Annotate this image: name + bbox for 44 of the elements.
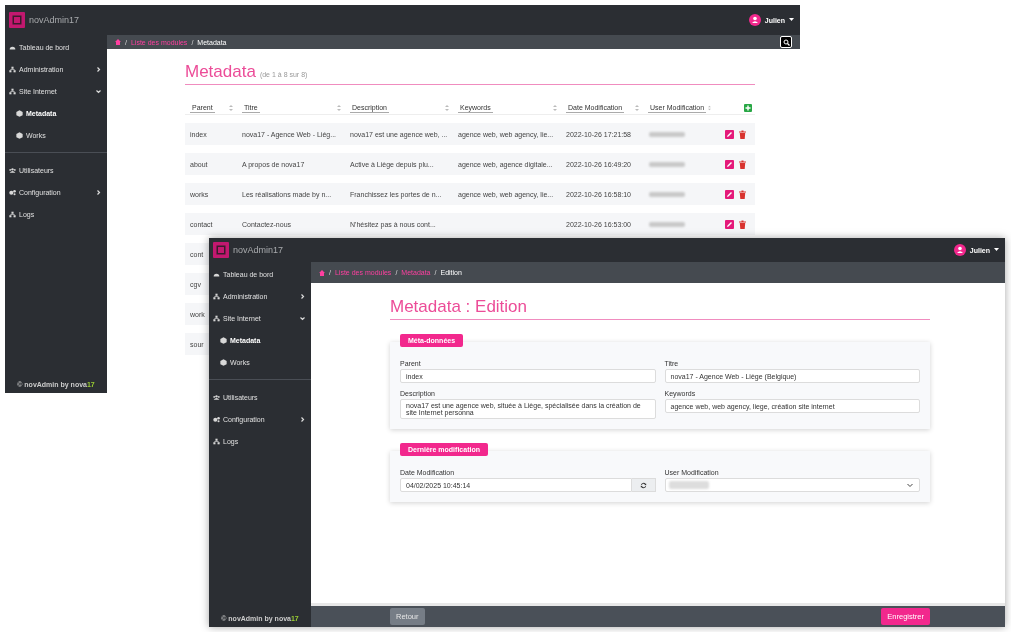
avatar-icon [953, 244, 966, 256]
sitemap-icon [9, 87, 16, 95]
search-button[interactable] [780, 36, 792, 48]
sitemap-icon [9, 65, 16, 73]
trash-icon[interactable] [738, 189, 747, 199]
cube-icon [220, 336, 227, 344]
app-name: novAdmin17 [233, 245, 284, 255]
trash-icon[interactable] [738, 129, 747, 139]
blurred-name [649, 161, 685, 167]
sitemap-icon [213, 314, 220, 322]
users-icon [9, 166, 16, 174]
cube-icon [220, 358, 227, 366]
page-title: Metadata [185, 62, 256, 82]
trash-icon[interactable] [738, 159, 747, 169]
sitemap-icon [213, 292, 220, 300]
trash-icon[interactable] [738, 219, 747, 229]
avatar-icon [748, 14, 761, 26]
edit-icon[interactable] [725, 189, 734, 199]
gears-icon [213, 415, 220, 423]
refresh-icon [639, 481, 647, 489]
blurred-name [649, 131, 685, 137]
app-name: novAdmin17 [29, 15, 80, 25]
home-icon[interactable] [319, 269, 325, 276]
blurred-name [649, 221, 685, 227]
cube-icon [16, 131, 23, 139]
users-icon [213, 393, 220, 401]
blurred-name [668, 481, 709, 489]
cube-icon [16, 109, 23, 117]
refresh-button[interactable] [631, 478, 656, 492]
blurred-name [649, 191, 685, 197]
edit-icon[interactable] [725, 129, 734, 139]
page-title: Metadata : Edition [390, 297, 528, 317]
sitemap-icon [9, 210, 16, 218]
logo-icon [8, 11, 26, 29]
caret-icon [789, 18, 794, 22]
home-icon[interactable] [115, 39, 121, 45]
sitemap-icon [213, 437, 220, 445]
chevron-down-icon [907, 482, 913, 488]
edit-icon[interactable] [725, 219, 734, 229]
caret-icon [994, 248, 999, 252]
gears-icon [9, 188, 16, 196]
edit-icon[interactable] [725, 159, 734, 169]
logo-icon [212, 241, 230, 259]
add-icon[interactable] [744, 104, 752, 112]
